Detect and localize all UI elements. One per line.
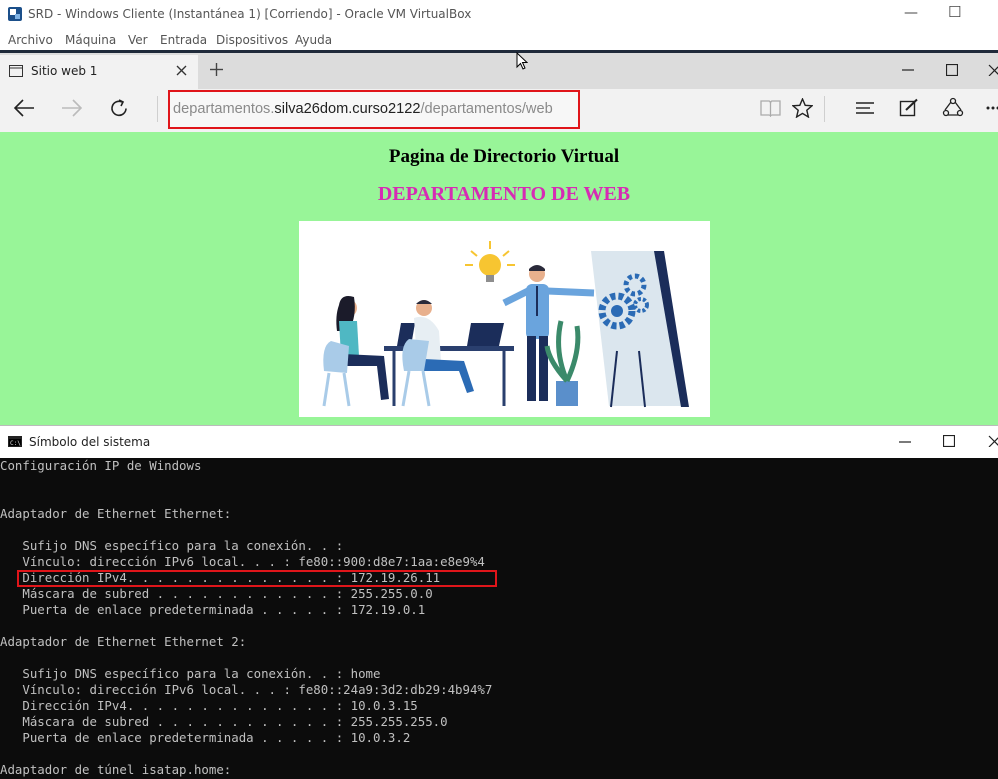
new-tab-icon[interactable] <box>209 62 224 77</box>
window-title: SRD - Windows Cliente (Instantánea 1) [C… <box>28 7 472 21</box>
cmd-line: Sufijo DNS específico para la conexión. … <box>0 538 344 553</box>
cmd-minimize-icon[interactable] <box>899 441 911 443</box>
address-bar[interactable]: departamentos.silva26dom.curso2122/depar… <box>168 90 580 129</box>
toolbar-divider <box>824 96 825 122</box>
url-text: departamentos.silva26dom.curso2122/depar… <box>173 101 553 117</box>
cmd-output: Configuración IP de Windows Adaptador de… <box>0 458 492 778</box>
lightbulb-icon <box>465 241 515 282</box>
back-arrow-icon[interactable] <box>13 99 35 117</box>
menu-ayuda[interactable]: Ayuda <box>295 33 332 47</box>
cmd-line: Puerta de enlace predeterminada . . . . … <box>0 602 426 617</box>
seated-woman-figure <box>322 296 389 407</box>
cmd-line: Máscara de subred . . . . . . . . . . . … <box>0 586 433 601</box>
menu-maquina[interactable]: Máquina <box>65 33 116 47</box>
url-prefix: departamentos. <box>173 101 275 117</box>
plant-pot <box>544 320 581 406</box>
virtualbox-title-bar: SRD - Windows Cliente (Instantánea 1) [C… <box>0 0 998 30</box>
ipv4-highlight-box <box>17 570 497 587</box>
cmd-line: Máscara de subred . . . . . . . . . . . … <box>0 714 448 729</box>
page-subheading: DEPARTAMENTO DE WEB <box>377 183 631 205</box>
nav-divider <box>157 96 158 122</box>
menu-entrada[interactable]: Entrada <box>160 33 207 47</box>
cmd-line: Configuración IP de Windows <box>0 458 202 473</box>
browser-maximize-icon[interactable] <box>946 64 958 76</box>
cmd-line: Vínculo: dirección IPv6 local. . . : fe8… <box>0 682 493 697</box>
cmd-line: Adaptador de Ethernet Ethernet 2: <box>0 634 247 649</box>
tab-title: Sitio web 1 <box>31 64 98 78</box>
cmd-line: Puerta de enlace predeterminada . . . . … <box>0 730 411 745</box>
mouse-cursor-icon <box>516 52 528 70</box>
cmd-window-title: Símbolo del sistema <box>29 435 151 449</box>
refresh-icon[interactable] <box>109 98 130 119</box>
cmd-maximize-icon[interactable] <box>943 435 955 447</box>
svg-text:C:\: C:\ <box>10 440 21 447</box>
url-domain: silva26dom.curso2122 <box>274 101 421 117</box>
menu-ver[interactable]: Ver <box>128 33 148 47</box>
browser-close-icon[interactable] <box>988 64 998 76</box>
virtualbox-logo-icon <box>8 7 22 21</box>
browser-tab[interactable]: Sitio web 1 <box>0 55 198 89</box>
cmd-line: Vínculo: dirección IPv6 local. . . : fe8… <box>0 554 485 569</box>
web-note-icon[interactable] <box>899 98 919 118</box>
more-options-icon[interactable] <box>986 106 998 110</box>
cmd-line: Dirección IPv4. . . . . . . . . . . . . … <box>0 698 418 713</box>
maximize-icon[interactable]: ☐ <box>948 3 961 21</box>
page-heading: Pagina de Directorio Virtual <box>388 146 620 167</box>
cmd-close-icon[interactable] <box>988 435 998 447</box>
reading-view-icon[interactable] <box>760 99 781 117</box>
seated-man-figure <box>401 300 474 407</box>
share-icon[interactable] <box>942 97 964 119</box>
cmd-line: Adaptador de Ethernet Ethernet: <box>0 506 232 521</box>
presentation-board <box>591 251 689 408</box>
presenter-figure <box>502 265 595 401</box>
forward-arrow-icon[interactable] <box>61 99 83 117</box>
cmd-title-bar: C:\ Símbolo del sistema <box>0 425 998 459</box>
page-icon <box>9 65 23 77</box>
virtualbox-menu-bar: Archivo Máquina Ver Entrada Dispositivos… <box>0 30 998 52</box>
menu-dispositivos[interactable]: Dispositivos <box>216 33 288 47</box>
menu-archivo[interactable]: Archivo <box>8 33 53 47</box>
close-tab-icon[interactable] <box>176 65 187 76</box>
minimize-icon[interactable]: — <box>904 5 918 21</box>
url-path: /departamentos/web <box>420 101 553 117</box>
hub-icon[interactable] <box>855 100 875 116</box>
cmd-line: Adaptador de túnel isatap.home: <box>0 762 232 777</box>
cmd-icon: C:\ <box>8 436 22 447</box>
favorite-star-icon[interactable] <box>792 98 813 118</box>
cmd-console[interactable]: Configuración IP de Windows Adaptador de… <box>0 458 998 779</box>
cmd-line: Sufijo DNS específico para la conexión. … <box>0 666 381 681</box>
team-illustration-image <box>299 221 710 417</box>
browser-minimize-icon[interactable] <box>902 69 914 71</box>
